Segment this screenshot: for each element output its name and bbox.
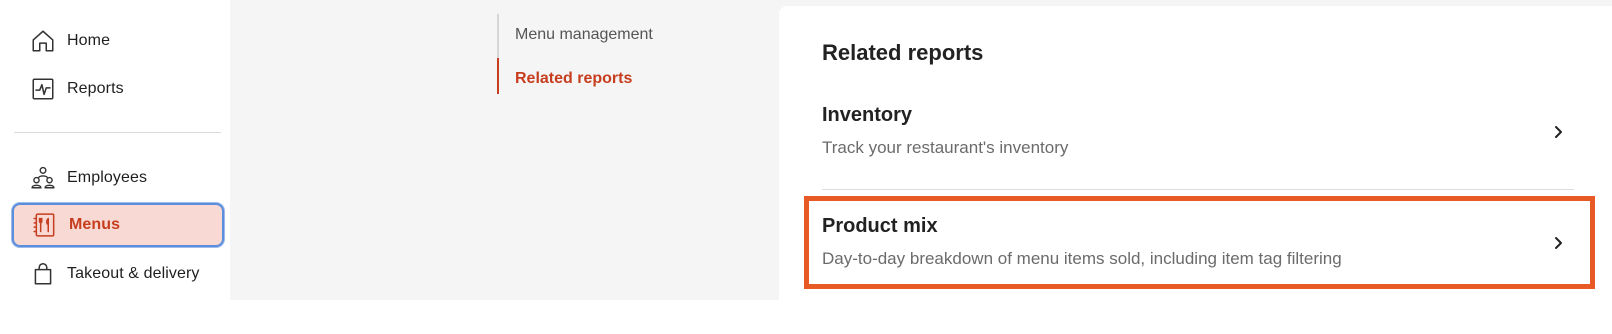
sidebar-divider: [14, 132, 221, 133]
section-link-menu-management[interactable]: Menu management: [515, 26, 653, 44]
page-section-nav: Menu management Related reports: [497, 14, 727, 94]
sidebar-item-label: Employees: [67, 169, 148, 186]
sidebar-item-label: Menus: [69, 216, 121, 233]
report-item-product-mix[interactable]: Product mix Day-to-day breakdown of menu…: [822, 215, 1574, 299]
related-reports-panel: Related reports Inventory Track your res…: [779, 6, 1612, 300]
chevron-right-icon: [1555, 237, 1562, 249]
sidebar-item-employees[interactable]: Employees: [12, 156, 224, 200]
employees-icon: [30, 165, 56, 191]
sidebar: Home Reports Employees Menus Takeout & d…: [0, 0, 230, 300]
report-item-inventory[interactable]: Inventory Track your restaurant's invent…: [822, 104, 1574, 188]
sidebar-item-home[interactable]: Home: [12, 19, 224, 63]
sidebar-item-label: Reports: [67, 80, 124, 97]
chevron-right-icon: [1555, 126, 1562, 138]
home-icon: [30, 28, 56, 54]
report-description: Day-to-day breakdown of menu items sold,…: [822, 249, 1342, 268]
report-divider: [822, 189, 1574, 190]
report-title: Product mix: [822, 215, 938, 237]
sidebar-item-menus[interactable]: Menus: [12, 203, 224, 247]
menus-icon: [32, 212, 58, 238]
reports-icon: [30, 76, 56, 102]
active-section-indicator: [497, 58, 499, 94]
panel-title: Related reports: [822, 40, 984, 65]
sidebar-item-takeout-delivery[interactable]: Takeout & delivery: [12, 252, 224, 296]
sidebar-item-reports[interactable]: Reports: [12, 67, 224, 111]
section-link-related-reports[interactable]: Related reports: [515, 70, 632, 88]
report-title: Inventory: [822, 104, 913, 126]
sidebar-item-label: Takeout & delivery: [67, 265, 200, 282]
shopping-bag-icon: [30, 261, 56, 287]
report-description: Track your restaurant's inventory: [822, 138, 1069, 157]
sidebar-item-label: Home: [67, 32, 111, 49]
app-window: Home Reports Employees Menus Takeout & d…: [0, 0, 1612, 300]
